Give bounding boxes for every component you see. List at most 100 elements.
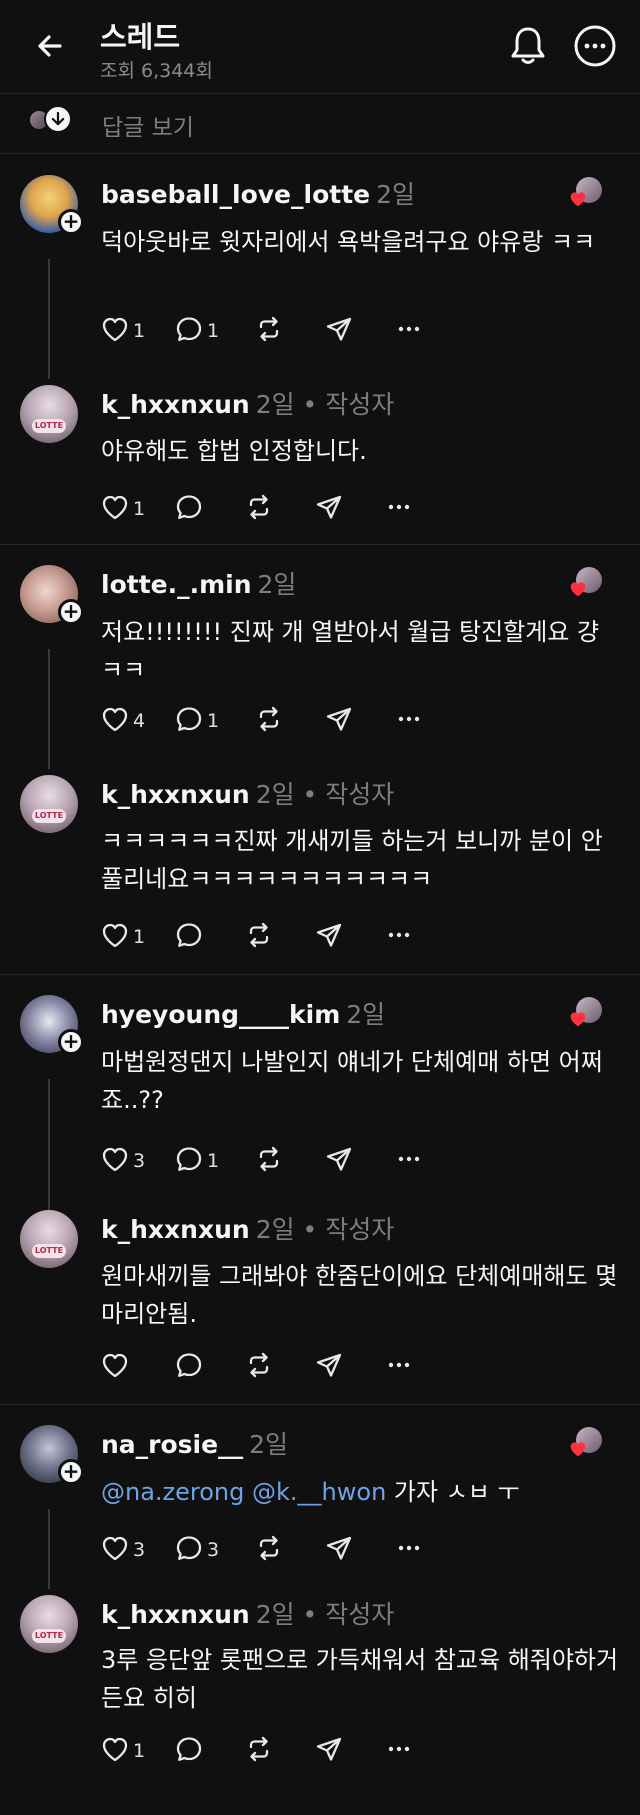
repost-button[interactable] <box>244 491 274 527</box>
comment-author[interactable]: baseball_love_lotte 2일 <box>101 175 415 211</box>
more-button[interactable] <box>384 1733 414 1769</box>
mention-link[interactable]: @k.__hwon <box>252 1478 386 1506</box>
repost-button[interactable] <box>254 1532 284 1568</box>
more-button[interactable] <box>394 313 424 349</box>
comment-author[interactable]: na_rosie__ 2일 <box>101 1425 288 1461</box>
share-icon <box>314 1734 344 1768</box>
like-button[interactable]: 1 <box>100 919 145 955</box>
heart-icon <box>100 492 130 526</box>
comment-button[interactable]: 1 <box>174 313 219 349</box>
share-icon <box>314 920 344 954</box>
follow-plus-button[interactable]: + <box>58 599 84 625</box>
avatar[interactable]: LOTTE <box>20 775 78 833</box>
more-button[interactable] <box>394 1532 424 1568</box>
share-button[interactable] <box>314 1733 344 1769</box>
repost-icon <box>254 314 284 348</box>
back-arrow-icon[interactable] <box>30 26 70 66</box>
more-dots-icon <box>384 1734 414 1768</box>
more-button[interactable] <box>394 1143 424 1179</box>
like-button[interactable]: 1 <box>100 491 145 527</box>
like-count: 3 <box>133 1539 146 1561</box>
like-button[interactable]: 3 <box>100 1532 145 1568</box>
author-tag: • 작성자 <box>294 390 395 419</box>
repost-button[interactable] <box>244 919 274 955</box>
like-button[interactable] <box>100 1349 130 1385</box>
like-count: 3 <box>133 1150 146 1172</box>
comment-button[interactable] <box>174 919 204 955</box>
like-button[interactable]: 1 <box>100 313 145 349</box>
timestamp: 2일 • 작성자 <box>256 390 395 419</box>
username[interactable]: k_hxxnxun <box>101 780 250 809</box>
more-button[interactable] <box>384 919 414 955</box>
share-button[interactable] <box>314 919 344 955</box>
repost-icon <box>254 704 284 738</box>
repost-button[interactable] <box>254 1143 284 1179</box>
repost-button[interactable] <box>244 1733 274 1769</box>
share-button[interactable] <box>324 703 354 739</box>
comment-actions: 33 <box>100 1532 500 1568</box>
more-button[interactable] <box>384 1349 414 1385</box>
comment-button[interactable] <box>174 1349 204 1385</box>
avatar-badge: LOTTE <box>32 419 66 433</box>
share-button[interactable] <box>324 1532 354 1568</box>
reply-author[interactable]: k_hxxnxun 2일 • 작성자 <box>101 1595 394 1631</box>
thread: + baseball_love_lotte 2일 덕아웃바로 윗자리에서 욕박을려… <box>0 155 640 545</box>
share-button[interactable] <box>314 1349 344 1385</box>
username[interactable]: lotte._.min <box>101 570 252 599</box>
comment-button[interactable]: 1 <box>174 703 219 739</box>
mention-link[interactable]: @na.zerong <box>101 1478 244 1506</box>
username[interactable]: k_hxxnxun <box>101 390 250 419</box>
username[interactable]: hyeyoung____kim <box>101 1000 340 1029</box>
heart-icon <box>100 1350 130 1384</box>
more-button[interactable] <box>394 703 424 739</box>
share-icon <box>314 1350 344 1384</box>
share-icon <box>324 314 354 348</box>
comment-author[interactable]: lotte._.min 2일 <box>101 565 296 601</box>
share-button[interactable] <box>324 313 354 349</box>
like-button[interactable]: 4 <box>100 703 145 739</box>
reply-author[interactable]: k_hxxnxun 2일 • 작성자 <box>101 1210 394 1246</box>
follow-plus-button[interactable]: + <box>58 1459 84 1485</box>
heart-icon <box>100 704 130 738</box>
like-button[interactable]: 1 <box>100 1733 145 1769</box>
share-button[interactable] <box>314 491 344 527</box>
reply-author[interactable]: k_hxxnxun 2일 • 작성자 <box>101 385 394 421</box>
username[interactable]: k_hxxnxun <box>101 1600 250 1629</box>
more-circle-icon[interactable] <box>574 25 616 67</box>
view-replies-row[interactable]: 답글 보기 <box>0 94 640 154</box>
repost-button[interactable] <box>244 1349 274 1385</box>
comment-author[interactable]: hyeyoung____kim 2일 <box>101 995 385 1031</box>
username[interactable]: k_hxxnxun <box>101 1215 250 1244</box>
more-button[interactable] <box>384 491 414 527</box>
comment-button[interactable] <box>174 491 204 527</box>
like-count: 1 <box>133 498 146 520</box>
username[interactable]: na_rosie__ <box>101 1430 243 1459</box>
author-liked-badge <box>568 995 604 1031</box>
follow-plus-button[interactable]: + <box>58 1029 84 1055</box>
username[interactable]: baseball_love_lotte <box>101 180 370 209</box>
heart-icon <box>100 1533 130 1567</box>
comment-icon <box>174 492 204 526</box>
comment-button[interactable]: 1 <box>174 1143 219 1179</box>
timestamp: 2일 <box>346 1000 386 1029</box>
repost-button[interactable] <box>254 313 284 349</box>
follow-plus-button[interactable]: + <box>58 209 84 235</box>
comment-icon <box>174 1734 204 1768</box>
repost-button[interactable] <box>254 703 284 739</box>
like-count: 4 <box>133 710 146 732</box>
bell-icon[interactable] <box>508 24 548 68</box>
avatar[interactable]: LOTTE <box>20 385 78 443</box>
like-button[interactable]: 3 <box>100 1143 145 1179</box>
more-dots-icon <box>394 314 424 348</box>
reply-author[interactable]: k_hxxnxun 2일 • 작성자 <box>101 775 394 811</box>
avatar[interactable]: LOTTE <box>20 1210 78 1268</box>
share-button[interactable] <box>324 1143 354 1179</box>
repost-icon <box>244 920 274 954</box>
comment-button[interactable]: 3 <box>174 1532 219 1568</box>
comment-button[interactable] <box>174 1733 204 1769</box>
avatar[interactable]: LOTTE <box>20 1595 78 1653</box>
avatar-badge: LOTTE <box>32 809 66 823</box>
author-tag: • 작성자 <box>294 1600 395 1629</box>
plus-icon: + <box>62 599 80 623</box>
reply-actions: 1 <box>100 919 500 955</box>
